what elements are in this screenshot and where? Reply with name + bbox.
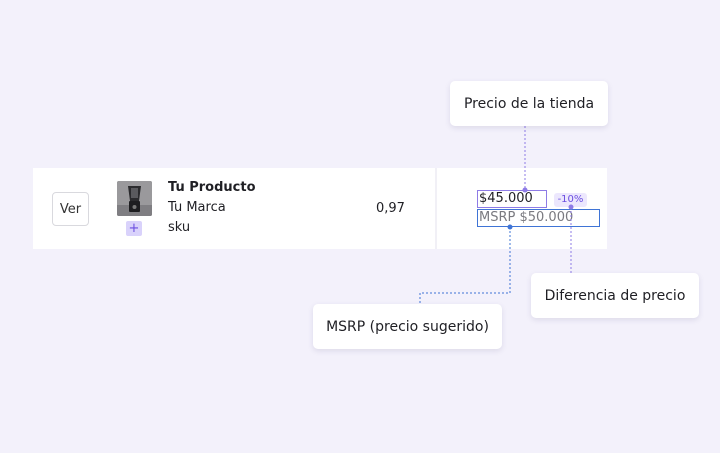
callout-connectors	[419, 126, 574, 304]
store-price-callout: Precio de la tienda	[450, 81, 608, 126]
msrp-dot	[507, 224, 513, 230]
store-price-dot	[522, 187, 528, 193]
msrp-connector	[419, 227, 511, 304]
msrp-callout: MSRP (precio sugerido)	[313, 304, 502, 349]
price-difference-dot	[568, 204, 574, 210]
price-difference-callout: Diferencia de precio	[531, 273, 699, 318]
